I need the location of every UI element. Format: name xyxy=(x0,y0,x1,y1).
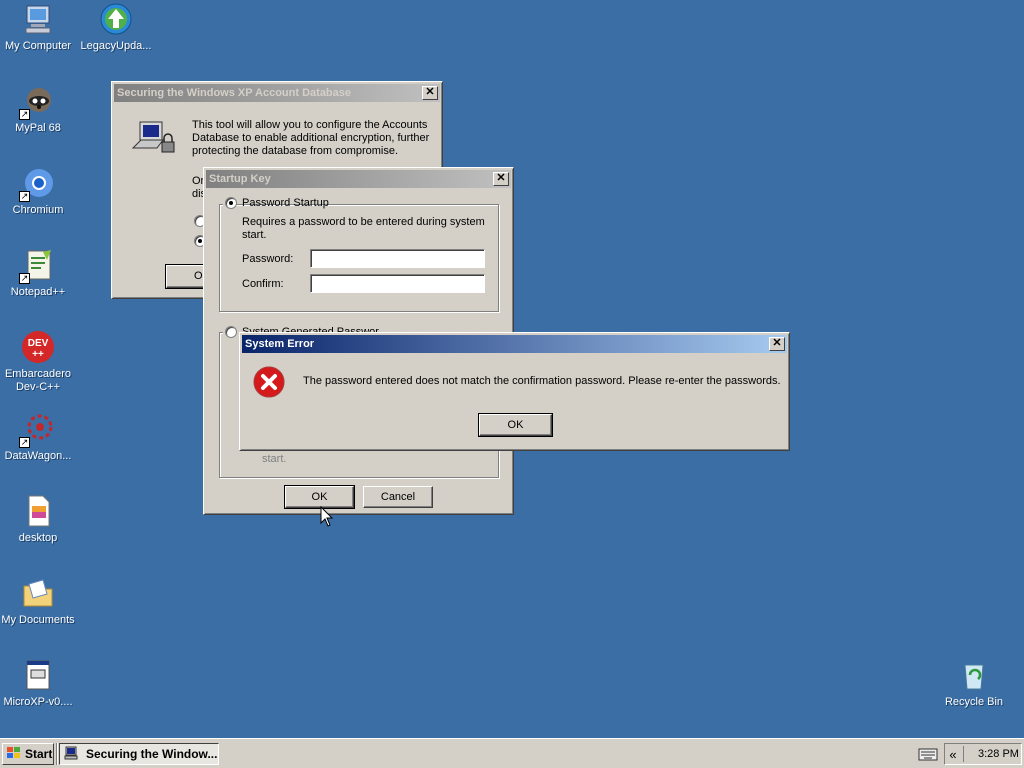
desktop-icon-notepadpp[interactable]: ↗ Notepad++ xyxy=(0,248,76,299)
close-button[interactable]: ✕ xyxy=(493,172,509,186)
datawagon-icon: ↗ xyxy=(19,412,55,448)
icon-label: LegacyUpda... xyxy=(80,40,152,52)
svg-text:DEV: DEV xyxy=(28,338,49,349)
taskbar-item-securing[interactable]: Securing the Window... xyxy=(59,743,219,765)
computer-lock-icon xyxy=(130,120,180,160)
window-titlebar[interactable]: Securing the Windows XP Account Database… xyxy=(114,84,440,102)
icon-label: MyPal 68 xyxy=(15,122,61,134)
startup-ok-button[interactable]: OK xyxy=(284,485,355,509)
icon-label: Embarcadero Dev-C++ xyxy=(4,368,72,393)
confirm-label: Confirm: xyxy=(242,278,284,290)
setup-program-icon xyxy=(21,658,55,692)
notepadpp-icon: ↗ xyxy=(19,248,55,284)
window-title: Securing the Windows XP Account Database xyxy=(117,87,352,99)
error-message: The password entered does not match the … xyxy=(303,375,781,387)
desktop-icon-recycle-bin[interactable]: Recycle Bin xyxy=(936,658,1012,709)
startup-cancel-button[interactable]: Cancel xyxy=(363,486,433,508)
recycle-bin-icon xyxy=(957,658,991,692)
devcpp-icon: DEV ++ xyxy=(21,330,55,364)
system-generated-radio[interactable] xyxy=(225,326,237,338)
chromium-icon: ↗ xyxy=(19,166,55,202)
raccoon-browser-icon: ↗ xyxy=(19,84,55,120)
desktop-icon-desktop[interactable]: desktop xyxy=(0,494,76,545)
password-startup-radio[interactable] xyxy=(225,197,237,209)
system-tray: « 3:28 PM xyxy=(944,743,1022,765)
desktop-icon-microxp[interactable]: MicroXP-v0.... xyxy=(0,658,76,709)
app-window-icon xyxy=(64,746,80,763)
taskbar-divider xyxy=(56,743,58,765)
close-button[interactable]: ✕ xyxy=(422,86,438,100)
icon-label: desktop xyxy=(18,532,58,544)
computer-icon xyxy=(21,2,55,36)
tray-expand-chevron-icon[interactable]: « xyxy=(945,747,961,762)
shortcut-arrow-icon: ↗ xyxy=(19,273,30,284)
icon-label: Chromium xyxy=(12,204,64,216)
taskbar: Start Securing the Window... « 3:28 PM xyxy=(0,738,1024,768)
system-error-dialog: System Error ✕ The password entered does… xyxy=(239,332,790,451)
window-titlebar[interactable]: Startup Key ✕ xyxy=(206,170,511,188)
window-titlebar[interactable]: System Error ✕ xyxy=(242,335,787,353)
taskbar-item-label: Securing the Window... xyxy=(86,747,218,761)
shortcut-arrow-icon: ↗ xyxy=(19,109,30,120)
window-title: Startup Key xyxy=(209,173,271,185)
desktop-icon-mypal[interactable]: ↗ MyPal 68 xyxy=(0,84,76,135)
start-button[interactable]: Start xyxy=(2,743,54,765)
icon-label: My Computer xyxy=(4,40,72,52)
account-db-description: This tool will allow you to configure th… xyxy=(192,119,430,157)
error-ok-button[interactable]: OK xyxy=(478,413,553,437)
icon-label: MicroXP-v0.... xyxy=(3,696,73,708)
desktop-icon-legacyupdate[interactable]: LegacyUpda... xyxy=(78,2,154,53)
tray-divider xyxy=(963,746,964,762)
desktop-icon-devcpp[interactable]: DEV ++ Embarcadero Dev-C++ xyxy=(0,330,76,394)
button-label: OK xyxy=(311,491,328,503)
password-input[interactable] xyxy=(310,249,485,268)
svg-text:++: ++ xyxy=(32,349,44,360)
icon-label: My Documents xyxy=(1,614,75,626)
desktop-icon-my-computer[interactable]: My Computer xyxy=(0,2,76,53)
window-title: System Error xyxy=(245,338,315,350)
shortcut-arrow-icon: ↗ xyxy=(19,191,30,202)
mouse-cursor-icon xyxy=(320,505,334,528)
button-label: OK xyxy=(507,419,524,431)
error-icon xyxy=(252,365,286,399)
desktop-icon-datawagon[interactable]: ↗ DataWagon... xyxy=(0,412,76,463)
confirm-input[interactable] xyxy=(310,274,485,293)
desktop-icon-chromium[interactable]: ↗ Chromium xyxy=(0,166,76,217)
desktop-icon-my-documents[interactable]: My Documents xyxy=(0,576,76,627)
shortcut-arrow-icon: ↗ xyxy=(19,437,30,448)
trailing-start-text: start. xyxy=(262,453,287,465)
password-startup-option[interactable]: Password Startup xyxy=(223,196,329,212)
start-label: Start xyxy=(25,747,53,761)
icon-label: Notepad++ xyxy=(10,286,66,298)
close-button[interactable]: ✕ xyxy=(769,337,785,351)
globe-update-icon xyxy=(99,2,133,36)
password-startup-description: Requires a password to be entered during… xyxy=(242,216,485,241)
windows-logo-icon xyxy=(6,746,22,763)
image-file-icon xyxy=(21,494,55,528)
password-label: Password: xyxy=(242,253,294,265)
icon-label: Recycle Bin xyxy=(944,696,1004,708)
password-startup-label: Password Startup xyxy=(242,197,329,209)
clock[interactable]: 3:28 PM xyxy=(978,748,1019,760)
keyboard-icon[interactable] xyxy=(918,747,938,763)
folder-icon xyxy=(21,576,55,610)
icon-label: DataWagon... xyxy=(4,450,72,462)
button-label: Cancel xyxy=(380,491,416,503)
